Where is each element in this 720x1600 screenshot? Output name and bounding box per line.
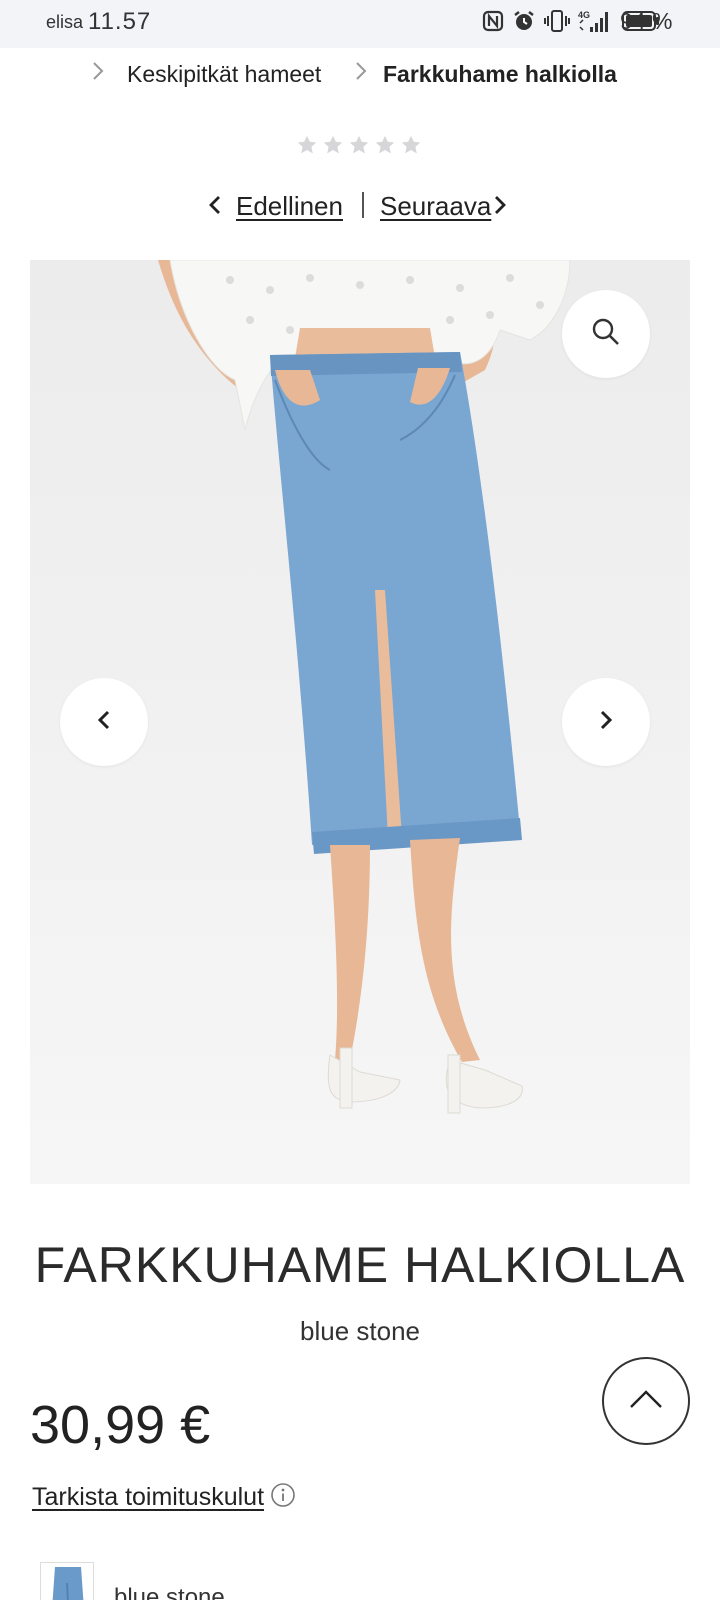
chevron-up-icon (628, 1388, 664, 1415)
star-icon (323, 135, 343, 154)
search-icon (591, 317, 621, 352)
svg-text:4G: 4G (578, 10, 590, 20)
status-time: 11.57 (88, 8, 152, 35)
signal-icon: 4G (578, 9, 614, 38)
gallery-next-button[interactable] (562, 678, 650, 766)
pager-divider (362, 192, 364, 218)
chevron-right-icon[interactable] (493, 194, 507, 221)
nfc-icon (482, 10, 504, 37)
chevron-right-icon (597, 708, 615, 737)
breadcrumb-item-midi-skirts[interactable]: Keskipitkät hameet (127, 61, 321, 88)
star-icon (297, 135, 317, 154)
chevron-right-icon (90, 60, 106, 87)
star-icon (349, 135, 369, 154)
zoom-button[interactable] (562, 290, 650, 378)
next-product-link[interactable]: Seuraava (380, 191, 491, 222)
shipping-row: Tarkista toimituskulut (32, 1482, 296, 1513)
breadcrumb: Keskipitkät hameet Farkkuhame halkiolla (0, 56, 720, 92)
info-icon[interactable] (270, 1482, 296, 1513)
status-bar: elisa 11.57 4G 94 % (0, 0, 720, 48)
alarm-icon (512, 9, 536, 38)
carrier-name: elisa (46, 12, 84, 32)
star-icon (401, 135, 421, 154)
product-pager: Edellinen Seuraava (0, 188, 720, 228)
rating-stars[interactable] (296, 134, 422, 156)
gallery-prev-button[interactable] (60, 678, 148, 766)
chevron-left-icon (95, 708, 113, 737)
breadcrumb-item-current: Farkkuhame halkiolla (383, 61, 617, 87)
product-image[interactable] (30, 260, 690, 1184)
color-swatch-row: blue stone (40, 1562, 700, 1600)
product-color: blue stone (300, 1316, 420, 1346)
swatch-label: blue stone (114, 1584, 225, 1600)
star-icon (375, 135, 395, 154)
product-title: FARKKUHAME HALKIOLLA (34, 1237, 686, 1293)
previous-product-link[interactable]: Edellinen (236, 191, 343, 222)
product-price: 30,99 € (30, 1395, 211, 1455)
battery-percent: 94 % (620, 8, 673, 34)
shipping-cost-link[interactable]: Tarkista toimituskulut (32, 1483, 264, 1512)
vibrate-icon (544, 9, 570, 38)
chevron-right-icon (353, 60, 369, 87)
chevron-left-icon[interactable] (208, 194, 222, 221)
color-swatch[interactable] (40, 1562, 94, 1600)
scroll-to-top-button[interactable] (602, 1357, 690, 1445)
